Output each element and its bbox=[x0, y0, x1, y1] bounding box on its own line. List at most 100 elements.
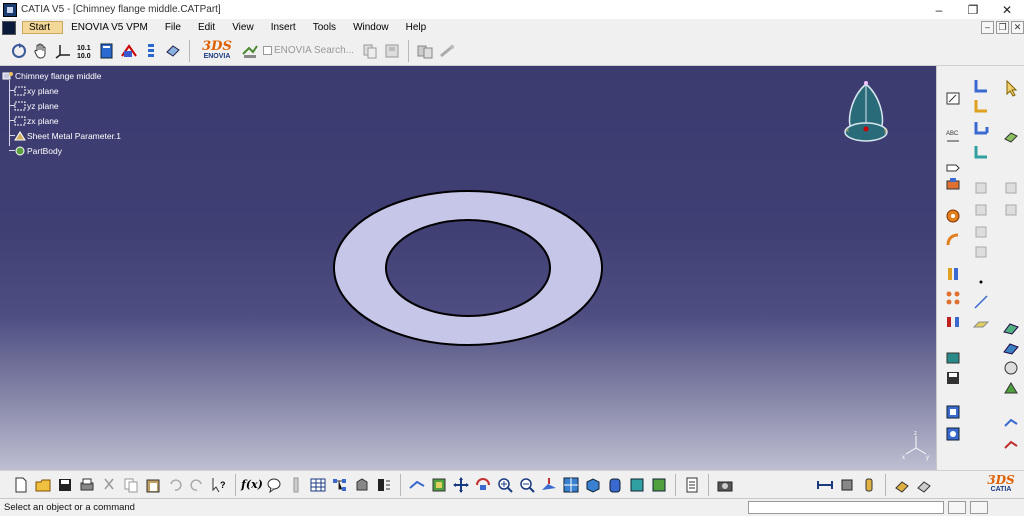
redo-icon[interactable] bbox=[187, 475, 207, 495]
restore-button[interactable]: ❐ bbox=[956, 0, 990, 19]
apply-material-icon[interactable] bbox=[892, 475, 912, 495]
3d-viewport[interactable]: Chimney flange middle xy plane yz plane … bbox=[0, 66, 936, 470]
sheet-list-icon[interactable] bbox=[682, 475, 702, 495]
unfold-icon[interactable] bbox=[943, 264, 963, 284]
hide-show-icon[interactable] bbox=[119, 41, 139, 61]
rotate-view-icon[interactable] bbox=[473, 475, 493, 495]
hole-icon[interactable] bbox=[971, 242, 991, 262]
plane-icon[interactable] bbox=[971, 314, 991, 334]
new-file-icon[interactable] bbox=[11, 475, 31, 495]
catia-app-icon[interactable] bbox=[3, 2, 17, 17]
stamp-2-icon[interactable] bbox=[1001, 200, 1021, 220]
catalog-browser-icon[interactable] bbox=[352, 475, 372, 495]
scan-icon[interactable] bbox=[374, 475, 394, 495]
flange-part[interactable] bbox=[332, 189, 604, 347]
command-input[interactable] bbox=[748, 501, 944, 514]
render-icon[interactable] bbox=[914, 475, 934, 495]
hem-icon[interactable] bbox=[971, 142, 991, 162]
paste-icon[interactable] bbox=[143, 475, 163, 495]
layer-icon[interactable] bbox=[141, 41, 161, 61]
measure-item-icon[interactable] bbox=[837, 475, 857, 495]
fit-all-icon[interactable] bbox=[429, 475, 449, 495]
knowledge-icon[interactable] bbox=[286, 475, 306, 495]
mass-properties-icon[interactable] bbox=[859, 475, 879, 495]
flat-pattern-icon[interactable] bbox=[943, 348, 963, 368]
enovia-link-icon[interactable] bbox=[437, 41, 457, 61]
menu-edit[interactable]: Edit bbox=[198, 22, 224, 33]
menu-help[interactable]: Help bbox=[406, 22, 436, 33]
view-mode-icon[interactable] bbox=[943, 424, 963, 444]
line-wall-icon[interactable] bbox=[971, 76, 991, 96]
wall-icon[interactable] bbox=[943, 174, 963, 194]
measure-icon[interactable]: 10.1 10.0 bbox=[75, 41, 95, 61]
enovia-compare-icon[interactable] bbox=[360, 41, 380, 61]
analysis-icon[interactable] bbox=[1001, 378, 1021, 398]
open-folder-icon[interactable] bbox=[33, 475, 53, 495]
swap-space-icon[interactable] bbox=[649, 475, 669, 495]
doc-minimize-button[interactable]: – bbox=[981, 21, 994, 34]
corner-icon[interactable] bbox=[943, 230, 963, 250]
copy-icon[interactable] bbox=[121, 475, 141, 495]
hide-show-view-icon[interactable] bbox=[627, 475, 647, 495]
whats-this-icon[interactable]: ? bbox=[209, 475, 229, 495]
tree-item-yz-plane[interactable]: yz plane bbox=[2, 98, 121, 113]
save-dxf-icon[interactable] bbox=[943, 368, 963, 388]
design-table-icon[interactable] bbox=[308, 475, 328, 495]
stamp-icon[interactable] bbox=[1001, 178, 1021, 198]
view-icon[interactable] bbox=[943, 402, 963, 422]
menu-enovia[interactable]: ENOVIA V5 VPM bbox=[71, 22, 157, 33]
tree-item-xy-plane[interactable]: xy plane bbox=[2, 83, 121, 98]
measure-between-icon[interactable] bbox=[1001, 358, 1021, 378]
select-arrow-icon[interactable] bbox=[1001, 78, 1021, 98]
edge-fillet-icon[interactable] bbox=[943, 206, 963, 226]
tree-structure-icon[interactable] bbox=[330, 475, 350, 495]
tool-2-icon[interactable] bbox=[1001, 436, 1021, 456]
enovia-save-icon[interactable] bbox=[382, 41, 402, 61]
symmetry-icon[interactable] bbox=[943, 312, 963, 332]
pan-icon[interactable] bbox=[451, 475, 471, 495]
undo-icon[interactable] bbox=[165, 475, 185, 495]
catalog-icon[interactable] bbox=[97, 41, 117, 61]
comment-icon[interactable] bbox=[264, 475, 284, 495]
normal-view-icon[interactable] bbox=[539, 475, 559, 495]
tool-icon[interactable] bbox=[1001, 414, 1021, 434]
abc-text-icon[interactable]: ABC bbox=[943, 126, 963, 146]
compass-icon[interactable]: x y bbox=[840, 80, 892, 150]
tree-root[interactable]: Chimney flange middle bbox=[2, 68, 121, 83]
pan-hand-icon[interactable] bbox=[31, 41, 51, 61]
bend-icon[interactable] bbox=[971, 178, 991, 198]
enovia-copy-icon[interactable] bbox=[415, 41, 435, 61]
dropdown-shape-icon[interactable] bbox=[943, 156, 963, 176]
zoom-out-icon[interactable] bbox=[517, 475, 537, 495]
document-icon[interactable] bbox=[2, 20, 16, 35]
status-button-2[interactable] bbox=[970, 501, 988, 514]
doc-close-button[interactable]: ✕ bbox=[1011, 21, 1024, 34]
camera-icon[interactable] bbox=[715, 475, 735, 495]
fold-icon[interactable] bbox=[971, 200, 991, 220]
enovia-tool-icon[interactable] bbox=[240, 41, 260, 61]
status-button-1[interactable] bbox=[948, 501, 966, 514]
sketch-icon[interactable] bbox=[943, 88, 963, 108]
point-icon[interactable] bbox=[971, 272, 991, 292]
flange-icon[interactable] bbox=[971, 118, 991, 138]
enovia-search[interactable]: ENOVIA Search... bbox=[263, 45, 354, 56]
cutout-icon[interactable] bbox=[971, 222, 991, 242]
save-icon[interactable] bbox=[55, 475, 75, 495]
line-icon[interactable] bbox=[971, 292, 991, 312]
doc-restore-button[interactable]: ❐ bbox=[996, 21, 1009, 34]
minimize-button[interactable]: – bbox=[922, 0, 956, 19]
menu-tools[interactable]: Tools bbox=[313, 22, 345, 33]
enovia-search-checkbox[interactable] bbox=[263, 46, 272, 55]
surface-icon[interactable] bbox=[1001, 318, 1021, 338]
axis-system-icon[interactable] bbox=[53, 41, 73, 61]
formula-icon[interactable]: f(x) bbox=[241, 475, 263, 495]
menu-view[interactable]: View bbox=[232, 22, 263, 33]
iso-view-icon[interactable] bbox=[583, 475, 603, 495]
gsd-icon[interactable] bbox=[1001, 338, 1021, 358]
shading-icon[interactable] bbox=[163, 41, 183, 61]
tree-item-partbody[interactable]: PartBody bbox=[2, 143, 121, 158]
tree-item-sheet-metal-parameter[interactable]: Sheet Metal Parameter.1 bbox=[2, 128, 121, 143]
multi-view-icon[interactable] bbox=[561, 475, 581, 495]
cut-icon[interactable] bbox=[99, 475, 119, 495]
menu-window[interactable]: Window bbox=[353, 22, 398, 33]
